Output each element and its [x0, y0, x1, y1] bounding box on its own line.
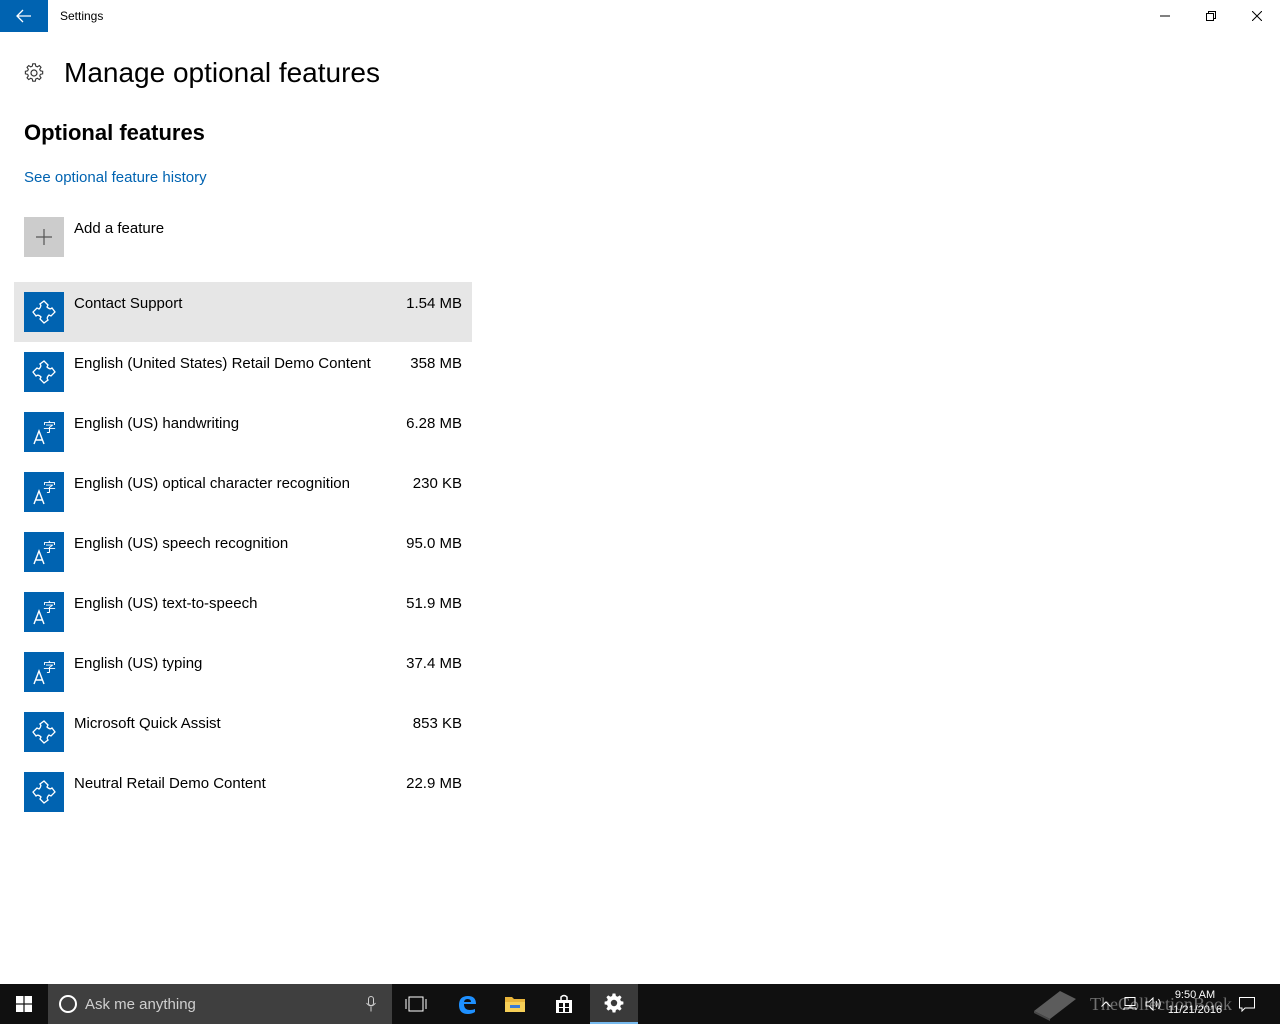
feature-row[interactable]: Contact Support 1.54 MB — [14, 282, 472, 342]
feature-size: 358 MB — [410, 355, 462, 372]
feature-name: English (US) text-to-speech — [74, 595, 258, 612]
feature-size: 230 KB — [412, 475, 462, 492]
add-feature-button[interactable]: Add a feature — [24, 217, 164, 257]
language-icon: 字 — [24, 472, 64, 512]
feature-name: English (United States) Retail Demo Cont… — [74, 355, 371, 372]
task-view-button[interactable] — [392, 984, 440, 1024]
feature-name: Microsoft Quick Assist — [74, 715, 221, 732]
close-icon — [1252, 11, 1262, 21]
svg-text:字: 字 — [43, 661, 56, 676]
folder-icon — [505, 997, 525, 1012]
feature-name: English (US) optical character recogniti… — [74, 475, 350, 492]
feature-name: Neutral Retail Demo Content — [74, 775, 266, 792]
language-icon: 字 — [24, 592, 64, 632]
settings-window: Settings Manage optional features Option… — [0, 0, 1280, 1024]
add-feature-label: Add a feature — [74, 220, 165, 237]
feature-row[interactable]: 字 English (US) handwriting 6.28 MB — [14, 402, 472, 462]
book-icon — [1034, 991, 1076, 1021]
feature-name: English (US) handwriting — [74, 415, 240, 432]
page-title: Manage optional features — [64, 57, 380, 88]
puzzle-icon — [24, 292, 64, 332]
feature-row[interactable]: 字 English (US) text-to-speech 51.9 MB — [14, 582, 472, 642]
task-view-icon — [405, 996, 427, 1012]
svg-text:字: 字 — [43, 481, 56, 496]
restore-button[interactable] — [1188, 0, 1234, 32]
search-placeholder: Ask me anything — [85, 995, 196, 1013]
windows-logo-icon — [16, 996, 32, 1012]
system-tray — [1094, 984, 1166, 1024]
feature-size: 22.9 MB — [406, 775, 462, 792]
minimize-icon — [1160, 15, 1170, 17]
store-icon — [556, 994, 572, 1013]
gear-icon — [604, 993, 624, 1013]
close-button[interactable] — [1234, 0, 1280, 32]
svg-text:字: 字 — [43, 421, 56, 436]
page-header: Manage optional features — [24, 56, 380, 90]
feature-size: 51.9 MB — [406, 595, 462, 612]
feature-name: Contact Support — [74, 295, 183, 312]
action-center-button[interactable] — [1234, 984, 1260, 1024]
network-button[interactable] — [1118, 984, 1142, 1024]
store-button[interactable] — [540, 984, 588, 1024]
puzzle-icon — [24, 352, 64, 392]
network-icon — [1123, 997, 1137, 1010]
feature-size: 37.4 MB — [406, 655, 462, 672]
taskbar: Ask me anything TheCollectionBook 9:50 A… — [0, 984, 1280, 1024]
section-title: Optional features — [24, 120, 205, 145]
feature-list: Contact Support 1.54 MB English (United St… — [14, 282, 472, 822]
feature-name: English (US) speech recognition — [74, 535, 289, 552]
feature-row[interactable]: Microsoft Quick Assist 853 KB — [14, 702, 472, 762]
feature-row[interactable]: 字 English (US) optical character recognit… — [14, 462, 472, 522]
feature-size: 853 KB — [412, 715, 462, 732]
feature-size: 95.0 MB — [406, 535, 462, 552]
feature-row[interactable]: 字 English (US) typing 37.4 MB — [14, 642, 472, 702]
notification-icon — [1239, 996, 1255, 1012]
feature-history-link[interactable]: See optional feature history — [24, 169, 207, 186]
feature-row[interactable]: 字 English (US) speech recognition 95.0 MB — [14, 522, 472, 582]
add-feature-tile — [24, 217, 64, 257]
language-icon: 字 — [24, 412, 64, 452]
cortana-search-box[interactable]: Ask me anything — [48, 984, 392, 1024]
feature-row[interactable]: English (United States) Retail Demo Cont… — [14, 342, 472, 402]
language-icon: 字 — [24, 652, 64, 692]
app-title: Settings — [60, 9, 104, 23]
puzzle-icon — [24, 772, 64, 812]
feature-size: 1.54 MB — [406, 295, 462, 312]
cortana-icon — [59, 995, 77, 1013]
feature-row[interactable]: Neutral Retail Demo Content 22.9 MB — [14, 762, 472, 822]
svg-text:字: 字 — [43, 601, 56, 616]
show-hidden-icons-button[interactable] — [1094, 984, 1118, 1024]
language-icon: 字 — [24, 532, 64, 572]
file-explorer-button[interactable] — [491, 984, 539, 1024]
minimize-button[interactable] — [1142, 0, 1188, 32]
microphone-icon[interactable] — [356, 996, 386, 1012]
back-button[interactable] — [0, 0, 48, 32]
chevron-up-icon — [1101, 1001, 1111, 1007]
feature-name: English (US) typing — [74, 655, 203, 672]
clock-date: 11/21/2016 — [1167, 1004, 1223, 1016]
start-button[interactable] — [0, 984, 48, 1024]
clock-time: 9:50 AM — [1174, 989, 1216, 1001]
settings-taskbar-button[interactable] — [590, 984, 638, 1024]
plus-icon — [36, 229, 52, 245]
arrow-left-icon — [16, 9, 31, 23]
svg-text:字: 字 — [43, 541, 56, 556]
title-bar: Settings — [0, 0, 1280, 32]
edge-icon — [459, 996, 476, 1014]
edge-button[interactable] — [443, 984, 491, 1024]
feature-size: 6.28 MB — [406, 415, 462, 432]
puzzle-icon — [24, 712, 64, 752]
restore-icon — [1206, 11, 1216, 21]
gear-icon — [24, 63, 44, 82]
taskbar-clock[interactable]: 9:50 AM 11/21/2016 — [1160, 988, 1230, 1018]
